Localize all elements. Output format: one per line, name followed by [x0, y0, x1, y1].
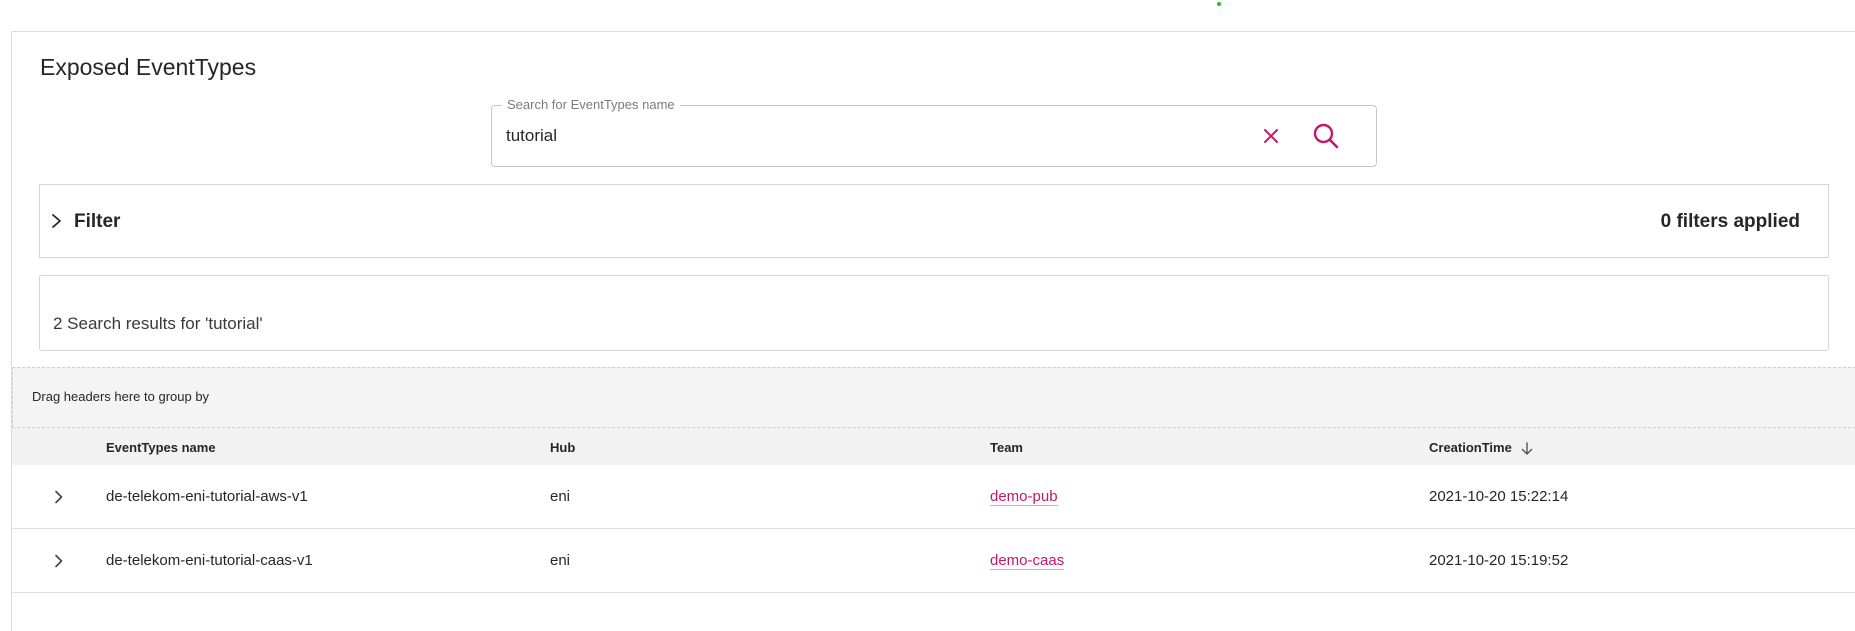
hub-cell: eni [550, 488, 571, 505]
results-summary: 2 Search results for 'tutorial' [53, 314, 263, 333]
hub-cell: eni [550, 552, 571, 569]
search-button[interactable] [1311, 121, 1341, 151]
team-cell: demo-pub [990, 488, 1058, 506]
column-header-creationtime-label: CreationTime [1429, 440, 1512, 455]
search-input[interactable] [506, 123, 1246, 149]
column-header-team[interactable]: Team [990, 440, 1023, 455]
chevron-right-icon [55, 554, 63, 568]
clear-search-button[interactable] [1259, 124, 1283, 148]
column-header-eventtypes-name[interactable]: EventTypes name [106, 440, 216, 455]
group-by-hint: Drag headers here to group by [32, 389, 210, 404]
close-icon [1264, 129, 1278, 143]
column-header-creationtime[interactable]: CreationTime [1429, 440, 1533, 456]
search-legend: Search for EventTypes name [502, 97, 680, 112]
eventtype-name-cell: de-telekom-eni-tutorial-aws-v1 [106, 488, 308, 505]
table-row[interactable]: de-telekom-eni-tutorial-aws-v1 eni demo-… [12, 465, 1855, 529]
group-by-panel[interactable]: Drag headers here to group by [12, 367, 1855, 428]
search-field[interactable]: Search for EventTypes name [491, 97, 1377, 167]
filter-label: Filter [74, 211, 121, 232]
filter-panel[interactable]: Filter 0 filters applied [39, 184, 1829, 258]
row-expand-button[interactable] [50, 552, 68, 570]
eventtype-name-cell: de-telekom-eni-tutorial-caas-v1 [106, 552, 313, 569]
status-dot [1217, 2, 1221, 6]
sort-descending-icon [1522, 441, 1533, 455]
team-cell: demo-caas [990, 552, 1065, 570]
grid-header: EventTypes name Hub Team CreationTime [12, 428, 1855, 465]
chevron-right-icon [55, 490, 63, 504]
team-link[interactable]: demo-caas [990, 552, 1065, 570]
filters-applied-count: 0 filters applied [1660, 211, 1800, 232]
chevron-right-icon [52, 214, 61, 228]
creation-time-cell: 2021-10-20 15:19:52 [1429, 552, 1569, 569]
team-link[interactable]: demo-pub [990, 488, 1058, 506]
row-expand-button[interactable] [50, 488, 68, 506]
page-title: Exposed EventTypes [40, 54, 257, 80]
results-summary-box: 2 Search results for 'tutorial' [39, 275, 1829, 351]
search-icon [1313, 123, 1339, 149]
creation-time-cell: 2021-10-20 15:22:14 [1429, 488, 1569, 505]
column-header-hub[interactable]: Hub [550, 440, 575, 455]
exposed-eventtypes-card: Exposed EventTypes Search for EventTypes… [11, 31, 1855, 631]
table-row[interactable]: de-telekom-eni-tutorial-caas-v1 eni demo… [12, 529, 1855, 593]
